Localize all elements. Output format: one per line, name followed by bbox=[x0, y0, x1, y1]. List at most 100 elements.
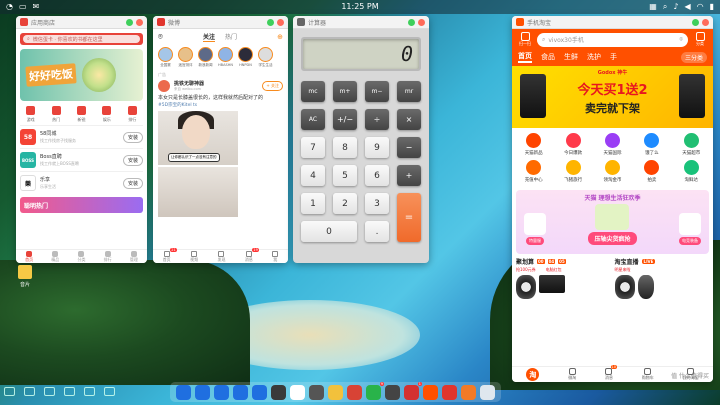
shortcut-item[interactable]: 淘鲜达 bbox=[672, 160, 711, 183]
post-photo[interactable] bbox=[158, 166, 238, 217]
chrome-icon[interactable] bbox=[290, 384, 305, 400]
taobao-titlebar[interactable]: 手机淘宝 bbox=[512, 16, 713, 29]
maximize-button[interactable] bbox=[692, 18, 699, 26]
calc-key[interactable]: 0 bbox=[301, 221, 357, 242]
tab-home[interactable]: 首页 bbox=[25, 250, 33, 263]
calc-key[interactable]: 6 bbox=[365, 165, 389, 186]
shortcut-item[interactable]: 天猫新品 bbox=[514, 133, 553, 156]
maximize-button[interactable] bbox=[126, 18, 133, 26]
chat-icon[interactable] bbox=[214, 384, 229, 400]
tab-weitao[interactable]: 微淘 bbox=[568, 368, 576, 381]
volume-icon[interactable]: ◀ bbox=[684, 3, 690, 11]
games-icon[interactable] bbox=[347, 384, 362, 400]
tab-me[interactable]: 我 bbox=[272, 250, 279, 263]
calc-key[interactable]: . bbox=[365, 221, 389, 242]
shortcut-item[interactable]: 天猫超市 bbox=[672, 133, 711, 156]
desktop-folder[interactable]: 音片 bbox=[18, 265, 32, 288]
tab-discover[interactable]: 发现 bbox=[217, 250, 225, 263]
tab-phone[interactable]: 手 bbox=[610, 52, 617, 62]
browser-icon[interactable] bbox=[233, 384, 248, 400]
shortcut-item[interactable]: 今日爆款 bbox=[553, 133, 592, 156]
all-categories-button[interactable]: 三分类 bbox=[680, 51, 707, 63]
calc-key[interactable]: = bbox=[397, 193, 421, 242]
install-button[interactable]: 安装 bbox=[122, 177, 143, 189]
mouse-product-image[interactable] bbox=[637, 275, 654, 299]
wave-icon[interactable] bbox=[176, 384, 191, 400]
calc-key[interactable]: 9 bbox=[365, 137, 389, 158]
battery-icon[interactable]: ▮ bbox=[710, 3, 714, 11]
store-icon[interactable] bbox=[461, 384, 476, 400]
calculator-titlebar[interactable]: 计算器 bbox=[293, 16, 429, 29]
promo-banner[interactable]: 好好吃饭 bbox=[20, 49, 143, 101]
calc-key[interactable]: − bbox=[397, 137, 421, 158]
shortcut-item[interactable]: 飞猪旅行 bbox=[553, 160, 592, 183]
promo-item[interactable]: 特量服 bbox=[524, 213, 546, 245]
maximize-button[interactable] bbox=[267, 18, 274, 26]
calc-key[interactable]: +/− bbox=[333, 109, 357, 130]
post-photo[interactable]: 让你都认识了一点没有注意的 bbox=[158, 110, 238, 165]
calc-key[interactable]: ÷ bbox=[365, 109, 389, 130]
window-icon[interactable] bbox=[24, 386, 35, 396]
watch-product-image[interactable] bbox=[614, 275, 635, 299]
messages-icon[interactable]: ▭ bbox=[19, 3, 27, 11]
category-ranking[interactable]: 排行 bbox=[121, 106, 143, 123]
window-icon[interactable] bbox=[64, 386, 75, 396]
calc-key[interactable]: AC bbox=[301, 109, 325, 130]
calc-key[interactable]: mc bbox=[301, 81, 325, 102]
list-item[interactable]: 樂 乐享 乐享生活 安装 bbox=[20, 171, 143, 194]
tab-cart[interactable]: 购物车 bbox=[642, 368, 654, 381]
calc-key[interactable]: 4 bbox=[301, 165, 325, 186]
story-avatar[interactable]: 全国赛 bbox=[158, 47, 173, 68]
scan-button[interactable]: 扫一扫 bbox=[516, 32, 534, 47]
tmall-promo[interactable]: 天猫 理想生活狂欢季 特量服 压轴尖货疯抢 电竞装备 bbox=[516, 190, 709, 254]
mail-icon[interactable]: ✉ bbox=[33, 3, 40, 11]
tab-home[interactable]: 首页 21 bbox=[163, 247, 177, 263]
notification-icon[interactable]: ◔ bbox=[6, 3, 13, 11]
calc-key[interactable]: × bbox=[397, 109, 421, 130]
promo-strip[interactable]: 聪明热门 bbox=[20, 197, 143, 213]
watch-product-image[interactable] bbox=[516, 275, 536, 299]
search-input[interactable]: ⌕ vivox30手机 ⌾ bbox=[537, 32, 688, 47]
calc-key[interactable]: 1 bbox=[301, 193, 325, 214]
window-icon[interactable] bbox=[4, 386, 15, 396]
calc-key[interactable]: 2 bbox=[333, 193, 357, 214]
camera-icon[interactable]: ⌾ bbox=[679, 36, 683, 44]
weibo-titlebar[interactable]: 微博 bbox=[153, 16, 288, 29]
trash-icon[interactable] bbox=[480, 384, 495, 400]
shortcut-item[interactable]: 天猫国际 bbox=[593, 133, 632, 156]
category-button[interactable]: 分类 bbox=[691, 32, 709, 47]
calc-key[interactable]: 5 bbox=[333, 165, 357, 186]
follow-button[interactable]: + 关注 bbox=[262, 81, 283, 91]
category-fun[interactable]: 娱乐 bbox=[96, 106, 118, 123]
post-author[interactable]: 挑铁无聊神器 bbox=[174, 80, 204, 87]
window-icon[interactable] bbox=[104, 386, 115, 396]
maximize-button[interactable] bbox=[408, 18, 415, 26]
shortcut-item[interactable]: 充值中心 bbox=[514, 160, 553, 183]
notes-icon[interactable] bbox=[328, 384, 343, 400]
window-icon[interactable] bbox=[44, 386, 55, 396]
lightning-icon[interactable] bbox=[385, 384, 400, 400]
wifi-icon[interactable]: ◠ bbox=[697, 3, 704, 11]
story-avatar[interactable]: HNPDN bbox=[238, 47, 253, 68]
tab-categories[interactable]: 分类 bbox=[77, 250, 85, 263]
install-button[interactable]: 安装 bbox=[122, 154, 143, 166]
calc-key[interactable]: 3 bbox=[365, 193, 389, 214]
tab-care[interactable]: 洗护 bbox=[587, 52, 601, 62]
post-link[interactable]: #5D宗宝的Kitel ts bbox=[158, 102, 283, 108]
tab-following[interactable]: 关注 bbox=[202, 32, 215, 42]
tab-home[interactable]: 淘 bbox=[526, 368, 540, 381]
promo-banner[interactable]: Godox 神牛 今天买1送2 卖完就下架 bbox=[512, 66, 713, 128]
tab-video[interactable]: 视频 bbox=[190, 250, 198, 263]
camera-icon[interactable]: ⌾ bbox=[158, 32, 163, 42]
calc-key[interactable]: mr bbox=[397, 81, 421, 102]
feed-post[interactable]: 挑铁无聊神器 来自 weibo.com + 关注 本女只是长膝盖很长的，这样我就… bbox=[153, 80, 288, 217]
category-hot[interactable]: 热门 bbox=[45, 106, 67, 123]
taobao-icon[interactable] bbox=[423, 384, 438, 400]
bell-icon[interactable]: ♪ bbox=[673, 3, 678, 11]
search-bar[interactable]: ⌕ 微信蛋卡 · 你喜欢的书都在这里 bbox=[20, 33, 143, 45]
calc-key[interactable]: m− bbox=[365, 81, 389, 102]
close-button[interactable] bbox=[418, 18, 425, 26]
red-app-icon[interactable]: 1 bbox=[404, 381, 422, 400]
window-icon[interactable] bbox=[84, 386, 95, 396]
juhuasuan-card[interactable]: 聚划算 00 04 05 抢100元券 电脑红包 bbox=[516, 257, 611, 299]
